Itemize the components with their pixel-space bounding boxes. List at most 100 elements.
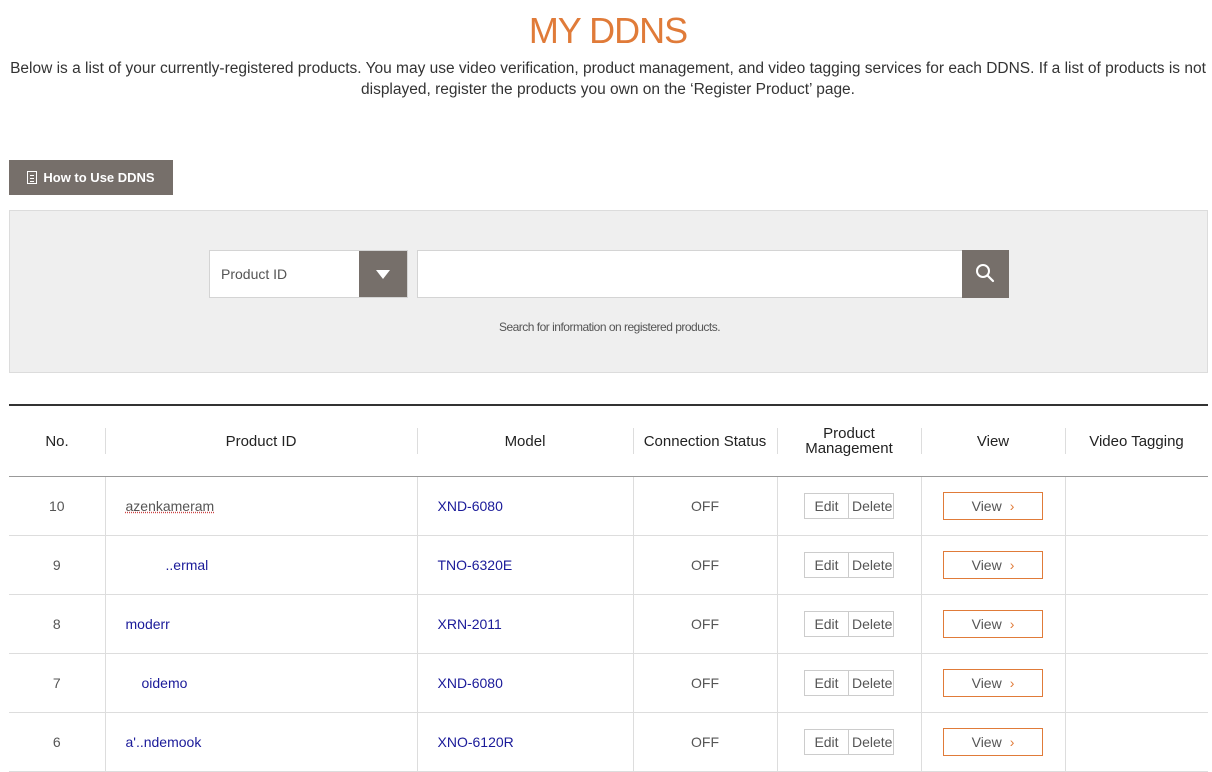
view-button[interactable]: View ›	[943, 610, 1043, 638]
view-button-label: View	[971, 557, 1002, 573]
search-button[interactable]	[962, 250, 1009, 298]
document-icon	[27, 171, 38, 184]
search-field-select-value: Product ID	[221, 266, 288, 282]
view-button[interactable]: View ›	[943, 669, 1043, 697]
edit-button[interactable]: Edit	[805, 494, 849, 518]
header-product-management: Product Management	[777, 405, 921, 477]
magnifier-icon	[976, 264, 995, 283]
product-id-link[interactable]: moderr	[126, 616, 170, 632]
products-table: No. Product ID Model Connection Status P…	[9, 404, 1208, 772]
row-model: XRN-2011	[416, 594, 633, 654]
header-no-label: No.	[45, 432, 69, 450]
row-product-management: Edit Delete	[776, 653, 921, 713]
row-no: 7	[9, 653, 105, 713]
view-button-label: View	[971, 675, 1002, 691]
row-no: 9	[9, 535, 105, 595]
table-header-row: No. Product ID Model Connection Status P…	[9, 405, 1208, 477]
mgmt-button-group: Edit Delete	[804, 552, 894, 578]
row-video-tagging	[1064, 594, 1208, 654]
chevron-right-icon: ›	[1009, 616, 1015, 632]
view-button[interactable]: View ›	[943, 492, 1043, 520]
edit-button[interactable]: Edit	[805, 553, 849, 577]
chevron-right-icon: ›	[1009, 675, 1015, 691]
edit-button[interactable]: Edit	[805, 730, 849, 754]
row-model: XND-6080	[416, 653, 633, 713]
product-id-link[interactable]: ..ermal	[126, 557, 209, 573]
header-view-label: View	[976, 432, 1010, 450]
row-product-management: Edit Delete	[776, 712, 921, 772]
header-status-label: Connection Status	[643, 432, 767, 450]
row-connection-status: OFF	[632, 653, 777, 713]
row-no: 6	[9, 712, 105, 772]
row-product-id[interactable]: a'..ndemook	[104, 712, 417, 772]
header-product-id: Product ID	[105, 405, 417, 477]
how-to-use-ddns-label: How to Use DDNS	[43, 170, 155, 185]
row-video-tagging	[1064, 653, 1208, 713]
chevron-right-icon: ›	[1009, 498, 1015, 514]
view-button[interactable]: View ›	[943, 728, 1043, 756]
search-input[interactable]	[417, 250, 963, 298]
row-view: View ›	[920, 653, 1065, 713]
delete-button[interactable]: Delete	[849, 730, 893, 754]
product-id-link[interactable]: oidemo	[126, 675, 188, 691]
mgmt-button-group: Edit Delete	[804, 611, 894, 637]
row-connection-status: OFF	[632, 712, 777, 772]
caret-down-icon[interactable]	[359, 251, 407, 297]
header-view: View	[921, 405, 1065, 477]
row-product-id[interactable]: oidemo	[104, 653, 417, 713]
product-id-link[interactable]: a'..ndemook	[126, 734, 202, 750]
row-product-management: Edit Delete	[776, 594, 921, 654]
delete-button[interactable]: Delete	[849, 553, 893, 577]
row-view: View ›	[920, 594, 1065, 654]
table-row: 7 oidemo XND-6080 OFF Edit Delete View ›	[9, 653, 1208, 713]
row-model: TNO-6320E	[416, 535, 633, 595]
page-intro: Below is a list of your currently-regist…	[10, 60, 1206, 98]
page-title: MY DDNS	[528, 10, 688, 51]
search-field-select[interactable]: Product ID	[209, 250, 408, 298]
row-product-management: Edit Delete	[776, 535, 921, 595]
table-row: 6 a'..ndemook XNO-6120R OFF Edit Delete V…	[9, 712, 1208, 772]
header-mgmt-label: Product Management	[805, 424, 893, 457]
table-row: 10 azenkameram XND-6080 OFF Edit Delete V…	[9, 476, 1208, 536]
edit-button[interactable]: Edit	[805, 612, 849, 636]
view-button-label: View	[971, 616, 1002, 632]
delete-button[interactable]: Delete	[849, 671, 893, 695]
view-button-label: View	[971, 498, 1002, 514]
table-row: 8 moderr XRN-2011 OFF Edit Delete View ›	[9, 594, 1208, 654]
row-product-id[interactable]: azenkameram	[104, 476, 417, 536]
row-connection-status: OFF	[632, 594, 777, 654]
header-product-id-label: Product ID	[225, 432, 297, 450]
row-video-tagging	[1064, 535, 1208, 595]
row-no: 10	[9, 476, 105, 536]
row-video-tagging	[1064, 712, 1208, 772]
product-id-link[interactable]: azenkameram	[126, 498, 215, 514]
row-view: View ›	[920, 476, 1065, 536]
view-button[interactable]: View ›	[943, 551, 1043, 579]
header-video-tagging: Video Tagging	[1065, 405, 1208, 477]
chevron-right-icon: ›	[1009, 734, 1015, 750]
mgmt-button-group: Edit Delete	[804, 729, 894, 755]
edit-button[interactable]: Edit	[805, 671, 849, 695]
row-product-management: Edit Delete	[776, 476, 921, 536]
header-model-label: Model	[504, 432, 546, 450]
row-model: XND-6080	[416, 476, 633, 536]
header-connection-status: Connection Status	[633, 405, 777, 477]
view-button-label: View	[971, 734, 1002, 750]
row-no: 8	[9, 594, 105, 654]
delete-button[interactable]: Delete	[849, 494, 893, 518]
delete-button[interactable]: Delete	[849, 612, 893, 636]
row-video-tagging	[1064, 476, 1208, 536]
products-table-wrap: No. Product ID Model Connection Status P…	[9, 404, 1208, 772]
header-no: No.	[9, 405, 105, 477]
row-product-id[interactable]: moderr	[104, 594, 417, 654]
row-model: XNO-6120R	[416, 712, 633, 772]
header-tagging-label: Video Tagging	[1089, 432, 1184, 450]
mgmt-button-group: Edit Delete	[804, 493, 894, 519]
header-model: Model	[417, 405, 633, 477]
row-product-id[interactable]: ..ermal	[104, 535, 417, 595]
table-row: 9 ..ermal TNO-6320E OFF Edit Delete View ›	[9, 535, 1208, 595]
row-connection-status: OFF	[632, 535, 777, 595]
how-to-use-ddns-button[interactable]: How to Use DDNS	[9, 160, 173, 195]
search-panel: Product ID Search for information on reg…	[9, 210, 1208, 373]
chevron-right-icon: ›	[1009, 557, 1015, 573]
